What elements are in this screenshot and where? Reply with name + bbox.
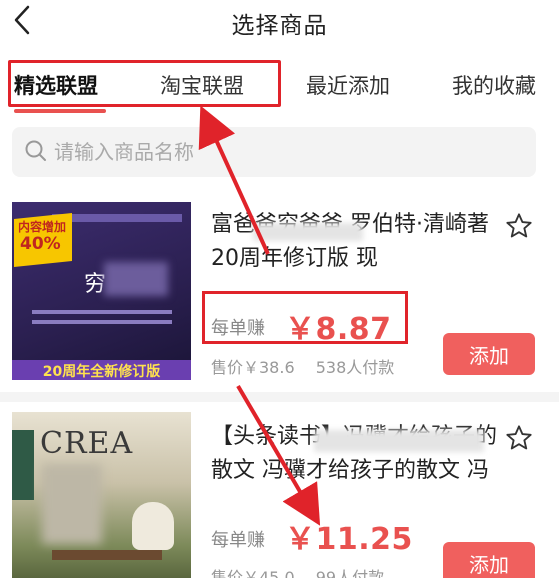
blurred-region — [253, 223, 363, 241]
top-bar: 选择商品 — [0, 0, 559, 44]
cover-title-text: CREA — [40, 426, 134, 461]
annotation-box-tabs — [8, 60, 281, 107]
add-button[interactable]: 添加 — [443, 542, 535, 578]
divider — [0, 392, 559, 402]
blurred-region — [104, 262, 168, 296]
tab-favorites[interactable]: 我的收藏 — [452, 70, 536, 100]
add-button[interactable]: 添加 — [443, 333, 535, 375]
earn-value: ￥11.25 — [285, 522, 413, 557]
blurred-region — [314, 430, 484, 452]
earn-label: 每单赚 — [211, 530, 265, 551]
cover-banner-text: 20周年全新修订版 — [42, 364, 161, 380]
cover-title-char: 穷 — [84, 272, 107, 297]
star-icon[interactable] — [505, 212, 533, 240]
cover-badge-text: 内容增加 — [18, 220, 67, 234]
search-input[interactable] — [54, 135, 524, 169]
product-sold-count: 99人付款 — [315, 568, 385, 578]
page-title: 选择商品 — [231, 13, 328, 39]
tab-bar: 精选联盟 淘宝联盟 最近添加 我的收藏 — [0, 52, 559, 118]
tab-recent[interactable]: 最近添加 — [306, 70, 390, 100]
product-meta: 售价￥38.6 538人付款 — [211, 354, 394, 378]
annotation-box-price — [202, 291, 408, 344]
product-price: 售价￥45.0 — [211, 568, 295, 578]
search-bar[interactable] — [12, 127, 536, 177]
star-icon[interactable] — [505, 424, 533, 452]
product-sold-count: 538人付款 — [315, 358, 395, 377]
product-title[interactable]: 富爸爸穷爸爸 罗伯特·清崎著 20周年修订版 现 — [211, 208, 501, 276]
blurred-region — [42, 464, 102, 544]
active-tab-indicator — [14, 109, 106, 113]
product-cover-image[interactable]: 内容增加 40% 穷 20周年全新修订版 — [12, 202, 191, 380]
cover-badge-percent: 40% — [20, 234, 61, 254]
product-cover-image[interactable]: CREA — [12, 412, 191, 578]
product-meta: 售价￥45.0 99人付款 — [211, 564, 384, 578]
search-icon — [25, 140, 46, 161]
product-price: 售价￥38.6 — [211, 358, 295, 377]
